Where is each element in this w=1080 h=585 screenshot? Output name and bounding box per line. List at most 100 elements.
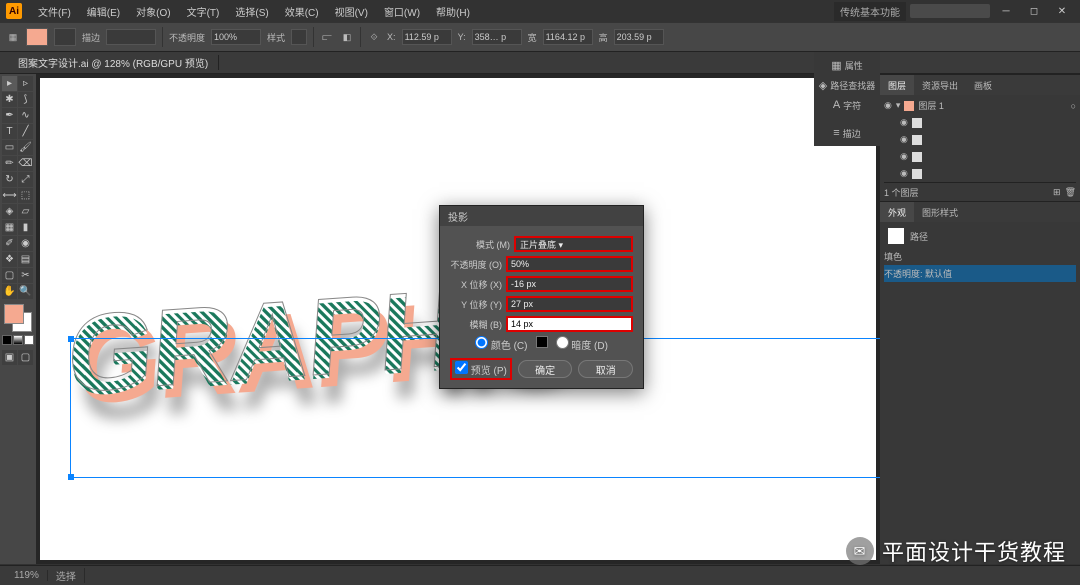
search-input[interactable]: [910, 4, 990, 18]
panel-icon-stroke[interactable]: ≡ 描边: [816, 124, 878, 142]
sublayer-1[interactable]: ◉: [900, 114, 1076, 131]
x-input[interactable]: [402, 29, 452, 45]
workspace-label[interactable]: 传统基本功能: [834, 2, 906, 21]
artboard-tool[interactable]: ▢: [2, 268, 17, 283]
w-input[interactable]: [543, 29, 593, 45]
fill-swatch[interactable]: [26, 28, 48, 46]
screen-mode-normal[interactable]: ▣: [2, 350, 17, 365]
mesh-tool[interactable]: ▦: [2, 220, 17, 235]
y-input[interactable]: [472, 29, 522, 45]
panel-icon-properties[interactable]: ▦ 属性: [816, 56, 878, 74]
handle-sw[interactable]: [68, 474, 74, 480]
stroke-swatch[interactable]: [54, 28, 76, 46]
stroke-weight-input[interactable]: [106, 29, 156, 45]
visibility-icon[interactable]: ◉: [884, 100, 892, 111]
opacity-input[interactable]: [211, 29, 261, 45]
darkness-radio[interactable]: 暗度 (D): [556, 336, 608, 352]
magic-wand-tool[interactable]: ✱: [2, 92, 17, 107]
appearance-swatch[interactable]: [888, 228, 904, 244]
curvature-tool[interactable]: ∿: [18, 108, 33, 123]
mode-select[interactable]: 正片叠底 ▾: [514, 236, 633, 252]
y-offset-field[interactable]: [506, 296, 633, 312]
h-input[interactable]: [614, 29, 664, 45]
appearance-opacity-row[interactable]: 不透明度: 默认值: [884, 265, 1076, 282]
perspective-tool[interactable]: ▱: [18, 204, 33, 219]
tab-appearance[interactable]: 外观: [880, 202, 914, 222]
width-tool[interactable]: ⟷: [2, 188, 17, 203]
layer-name[interactable]: 图层 1: [918, 99, 944, 112]
free-transform-tool[interactable]: ⬚: [18, 188, 33, 203]
color-radio[interactable]: 颜色 (C): [475, 336, 527, 352]
zoom-tool[interactable]: 🔍: [18, 284, 33, 299]
ok-button[interactable]: 确定: [518, 360, 573, 378]
eyedropper-tool[interactable]: ✐: [2, 236, 17, 251]
paintbrush-tool[interactable]: 🖌: [18, 140, 33, 155]
pen-tool[interactable]: ✒: [2, 108, 17, 123]
align-icon[interactable]: ⫍: [320, 30, 334, 44]
sublayer-2[interactable]: ◉: [900, 131, 1076, 148]
shape-icon[interactable]: ◧: [340, 30, 354, 44]
eraser-tool[interactable]: ⌫: [18, 156, 33, 171]
tab-asset-export[interactable]: 资源导出: [914, 75, 966, 95]
menu-type[interactable]: 文字(T): [179, 4, 228, 19]
shaper-tool[interactable]: ✏: [2, 156, 17, 171]
lasso-tool[interactable]: ⟆: [18, 92, 33, 107]
target-icon[interactable]: ○: [1071, 101, 1076, 111]
blend-tool[interactable]: ◉: [18, 236, 33, 251]
panel-icon-pathfinder[interactable]: ◈ 路径查找器: [816, 76, 878, 94]
hand-tool[interactable]: ✋: [2, 284, 17, 299]
x-offset-field[interactable]: [506, 276, 633, 292]
blur-field[interactable]: [506, 316, 633, 332]
maximize-button[interactable]: ◻: [1022, 3, 1046, 19]
document-tab[interactable]: 图案文字设计.ai @ 128% (RGB/GPU 预览): [8, 55, 219, 70]
color-mode-none[interactable]: [24, 335, 34, 345]
delete-layer-icon[interactable]: 🗑: [1065, 187, 1076, 198]
style-swatch[interactable]: [291, 29, 307, 45]
color-mode-solid[interactable]: [2, 335, 12, 345]
rotate-tool[interactable]: ↻: [2, 172, 17, 187]
color-mode-gradient[interactable]: [13, 335, 23, 345]
menu-file[interactable]: 文件(F): [30, 4, 79, 19]
menu-window[interactable]: 窗口(W): [376, 4, 428, 19]
sublayer-4[interactable]: ◉: [900, 165, 1076, 182]
rectangle-tool[interactable]: ▭: [2, 140, 17, 155]
panel-icon-character[interactable]: A 字符: [816, 96, 878, 114]
gradient-tool[interactable]: ▮: [18, 220, 33, 235]
slice-tool[interactable]: ✂: [18, 268, 33, 283]
graph-tool[interactable]: ▤: [18, 252, 33, 267]
preview-checkbox[interactable]: 预览 (P): [450, 358, 512, 380]
symbol-tool[interactable]: ❖: [2, 252, 17, 267]
menu-edit[interactable]: 编辑(E): [79, 4, 128, 19]
menu-effect[interactable]: 效果(C): [277, 4, 327, 19]
line-tool[interactable]: ╱: [18, 124, 33, 139]
close-button[interactable]: ✕: [1050, 3, 1074, 19]
type-tool[interactable]: T: [2, 124, 17, 139]
shadow-color-swatch[interactable]: [536, 336, 548, 348]
sublayer-3[interactable]: ◉: [900, 148, 1076, 165]
opacity-field[interactable]: [506, 256, 633, 272]
new-layer-icon[interactable]: ⊞: [1053, 187, 1061, 198]
zoom-level[interactable]: 119%: [6, 570, 48, 581]
menu-view[interactable]: 视图(V): [327, 4, 376, 19]
layer-row-root[interactable]: ◉ ▾ 图层 1 ○: [884, 97, 1076, 114]
appearance-fill-row[interactable]: 填色: [884, 248, 1076, 265]
shape-builder-tool[interactable]: ◈: [2, 204, 17, 219]
minimize-button[interactable]: ─: [994, 3, 1018, 19]
chevron-down-icon[interactable]: ▾: [896, 100, 901, 111]
menu-object[interactable]: 对象(O): [128, 4, 178, 19]
selection-tool[interactable]: ▸: [2, 76, 17, 91]
direct-selection-tool[interactable]: ▹: [18, 76, 33, 91]
tab-artboards[interactable]: 画板: [966, 75, 1000, 95]
cancel-button[interactable]: 取消: [578, 360, 633, 378]
dialog-title[interactable]: 投影: [440, 206, 643, 226]
scale-tool[interactable]: ⤢: [18, 172, 33, 187]
handle-nw[interactable]: [68, 336, 74, 342]
screen-mode-full[interactable]: ▢: [18, 350, 33, 365]
menu-help[interactable]: 帮助(H): [428, 4, 478, 19]
fill-color[interactable]: [4, 304, 24, 324]
menu-select[interactable]: 选择(S): [227, 4, 276, 19]
fill-stroke-colors[interactable]: [2, 304, 34, 332]
transform-icon[interactable]: ⟐: [367, 30, 381, 44]
tab-graphic-styles[interactable]: 图形样式: [914, 202, 966, 222]
tab-layers[interactable]: 图层: [880, 75, 914, 95]
